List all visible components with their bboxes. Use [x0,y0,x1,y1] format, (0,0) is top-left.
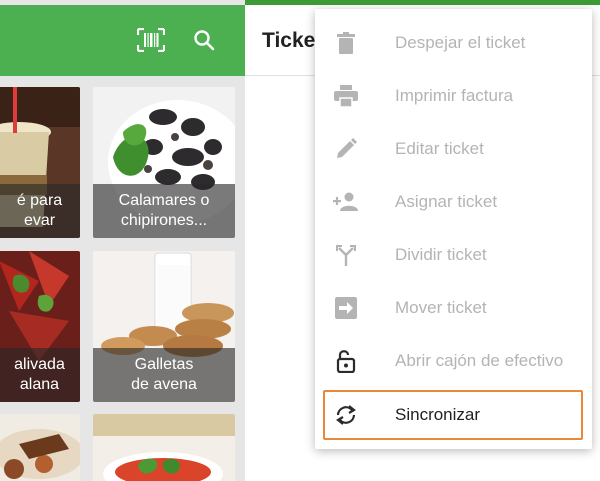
menu-item-label: Despejar el ticket [395,32,526,52]
move-icon [333,295,359,321]
menu-item-label: Editar ticket [395,138,484,158]
product-tile[interactable]: é para evar [0,87,80,238]
menu-item-dividir-ticket[interactable]: Dividir ticket [315,228,592,281]
menu-item-label: Imprimir factura [395,85,514,105]
menu-item-asignar-ticket[interactable]: Asignar ticket [315,175,592,228]
menu-item-label: Abrir cajón de efectivo [395,350,564,370]
product-tile[interactable] [93,414,235,481]
split-icon [333,242,359,268]
unlock-icon [333,348,359,374]
search-button[interactable] [186,22,222,58]
menu-item-label: Mover ticket [395,297,487,317]
product-panel: é para evar Calamares o chipirones... al… [0,0,245,481]
product-tile[interactable]: Calamares o chipirones... [93,87,235,238]
search-icon [194,30,215,51]
product-name: é para evar [0,184,80,238]
ticket-title: Ticke [262,29,316,52]
product-tile[interactable]: alivada alana [0,251,80,402]
app-root: é para evar Calamares o chipirones... al… [0,0,600,481]
barcode-scan-button[interactable] [133,22,169,58]
ticket-options-menu: Despejar el ticket Imprimir factura Edit… [315,9,592,449]
sync-icon [333,402,359,428]
product-tile[interactable] [0,414,80,481]
menu-item-editar-ticket[interactable]: Editar ticket [315,122,592,175]
product-name: Galletas de avena [93,348,235,402]
product-name: Calamares o chipirones... [93,184,235,238]
pencil-icon [333,136,359,162]
assign-user-icon [333,189,359,215]
menu-item-abrir-cajon[interactable]: Abrir cajón de efectivo [315,334,592,387]
menu-item-mover-ticket[interactable]: Mover ticket [315,281,592,334]
product-name: alivada alana [0,348,80,402]
menu-item-imprimir-factura[interactable]: Imprimir factura [315,69,592,122]
trash-icon [333,30,359,56]
menu-item-label: Asignar ticket [395,191,498,211]
barcode-icon [137,28,165,52]
product-image [0,414,80,481]
menu-item-despejar-ticket[interactable]: Despejar el ticket [315,16,592,69]
menu-item-label: Dividir ticket [395,244,487,264]
product-toolbar [0,5,245,76]
printer-icon [333,83,359,109]
menu-item-label: Sincronizar [395,404,481,424]
product-tile[interactable]: Galletas de avena [93,251,235,402]
menu-item-sincronizar[interactable]: Sincronizar [315,388,592,441]
product-image [93,414,235,481]
